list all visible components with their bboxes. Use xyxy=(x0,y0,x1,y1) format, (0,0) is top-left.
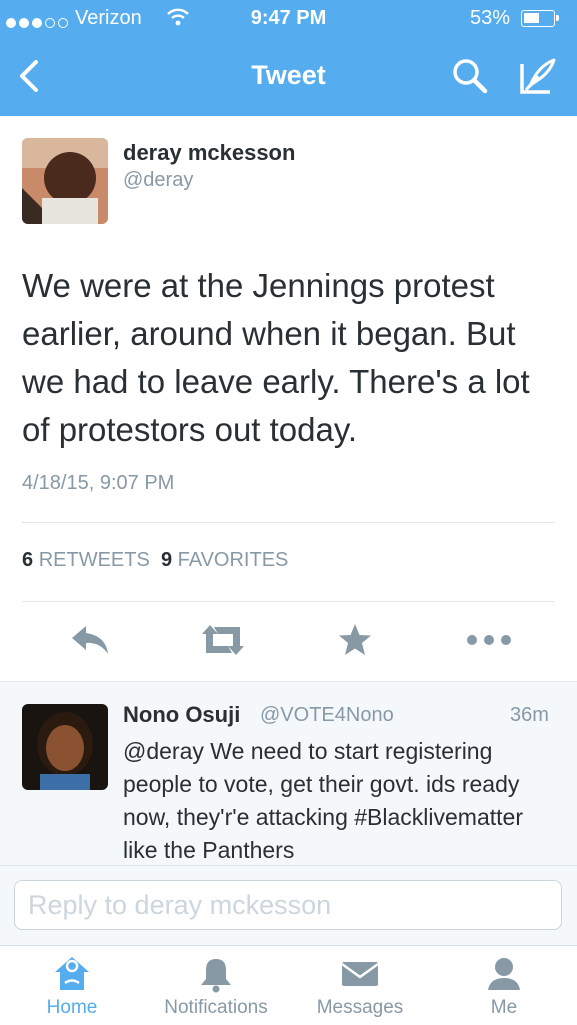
reply-text: @deray We need to start registering peop… xyxy=(123,738,523,863)
favorites-count[interactable]: 9 xyxy=(161,549,172,571)
tab-home[interactable]: Home xyxy=(10,946,134,1025)
tab-bar: Home Notifications Messages Me xyxy=(0,945,577,1025)
status-bar: Verizon 9:47 PM 53% xyxy=(0,6,577,34)
avatar[interactable] xyxy=(22,138,108,224)
tab-messages[interactable]: Messages xyxy=(300,946,420,1025)
bell-icon xyxy=(196,954,236,1000)
reply-icon[interactable] xyxy=(68,622,110,663)
reply-timestamp: 36m xyxy=(510,704,549,726)
more-options-icon[interactable] xyxy=(466,622,512,663)
nav-bar: Tweet xyxy=(0,46,577,106)
tab-notifications[interactable]: Notifications xyxy=(150,946,282,1025)
divider xyxy=(22,601,555,602)
tweet-text: We were at the Jennings protest earlier,… xyxy=(22,267,530,448)
tab-label: Messages xyxy=(316,997,404,1018)
favorite-star-icon[interactable] xyxy=(337,622,373,663)
divider xyxy=(22,522,555,523)
avatar[interactable] xyxy=(22,704,108,790)
tab-label: Notifications xyxy=(164,997,268,1018)
person-icon xyxy=(484,954,524,1000)
home-icon xyxy=(52,954,92,1000)
tweet-date: 4/18/15, 9:07 PM xyxy=(22,472,175,494)
top-bar: Verizon 9:47 PM 53% Tweet xyxy=(0,0,577,116)
reply-input[interactable]: Reply to deray mckesson xyxy=(14,880,562,930)
compose-icon[interactable] xyxy=(516,56,558,103)
tab-label: Me xyxy=(490,997,518,1018)
battery-icon xyxy=(521,10,559,27)
reply-author-name[interactable]: Nono Osuji xyxy=(123,702,240,728)
author-name[interactable]: deray mckesson xyxy=(123,140,295,166)
tab-label: Home xyxy=(46,997,98,1018)
reply-author-handle[interactable]: @VOTE4Nono xyxy=(260,704,394,727)
retweets-label[interactable]: RETWEETS xyxy=(39,549,150,571)
tweet-stats: 6 RETWEETS 9 FAVORITES xyxy=(22,549,288,572)
tab-me[interactable]: Me xyxy=(445,946,563,1025)
reply-bar: Reply to deray mckesson xyxy=(0,865,577,946)
envelope-icon xyxy=(339,954,381,1000)
battery-percent: 53% xyxy=(470,7,511,29)
page-title: Tweet xyxy=(251,60,326,90)
reply-list-item[interactable]: Nono Osuji @VOTE4Nono 36m @deray We need… xyxy=(0,681,577,865)
favorites-label[interactable]: FAVORITES xyxy=(178,549,289,571)
retweet-icon[interactable] xyxy=(198,622,248,663)
retweets-count[interactable]: 6 xyxy=(22,549,33,571)
author-handle[interactable]: @deray xyxy=(123,169,193,192)
search-icon[interactable] xyxy=(450,56,490,101)
